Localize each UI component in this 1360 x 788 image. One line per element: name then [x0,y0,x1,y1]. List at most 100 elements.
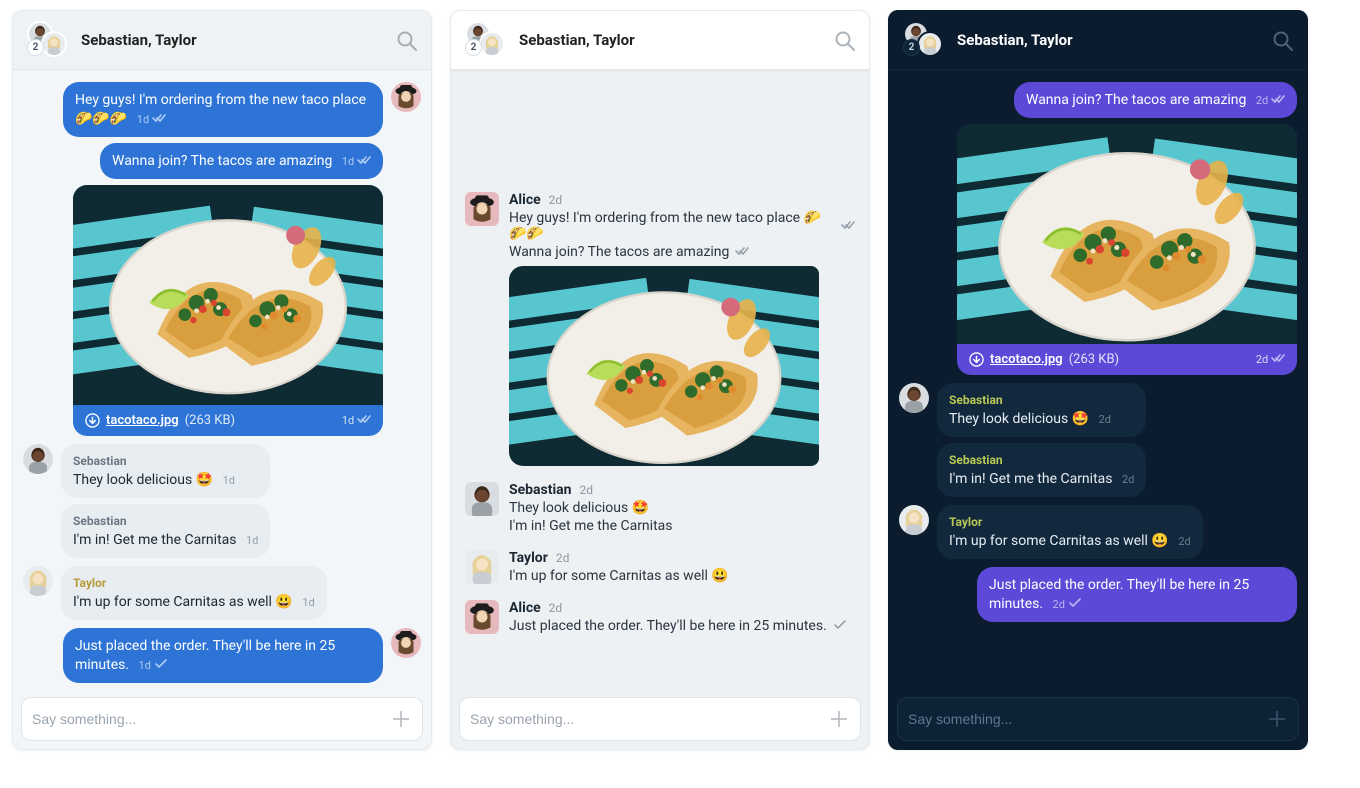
avatar-sebastian[interactable] [465,482,499,516]
search-icon[interactable] [833,29,855,51]
attachment-card[interactable]: tacotaco.jpg(263 KB) 1d [73,185,383,436]
sent-icon [833,619,847,633]
chat-header: 2 Sebastian, Taylor [451,11,869,70]
message-timestamp: 2d [1256,94,1268,107]
message-bubble[interactable]: Sebastian I'm in! Get me the Carnitas 2d [937,443,1146,497]
chat-panel-light: 2 Sebastian, Taylor Hey guys! I'm orderi… [12,10,432,750]
message-timestamp: 2d [549,193,563,207]
message-bubble[interactable]: Sebastian I'm in! Get me the Carnitas 1d [61,504,270,558]
message-bubble[interactable]: Taylor I'm up for some Carnitas as well … [937,505,1203,559]
attach-plus-icon[interactable] [1266,708,1288,730]
read-receipt-icon [1271,353,1285,363]
attachment-filename[interactable]: tacotaco.jpg [106,413,179,428]
message-timestamp: 1d [223,474,235,487]
message-entry: Alice 2d Hey guys! I'm ordering from the … [461,190,859,468]
attachment-filesize: (263 KB) [185,413,235,428]
participants-count-badge: 2 [465,39,482,56]
attachment-image [73,185,383,405]
attachment-filesize: (263 KB) [1069,352,1119,367]
message-text: Just placed the order. They'll be here i… [989,577,1249,612]
attachment-filename[interactable]: tacotaco.jpg [990,352,1063,367]
read-receipt-icon [357,414,371,424]
attachment-card[interactable]: tacotaco.jpg(263 KB) 2d [957,124,1297,375]
message-composer [897,697,1299,741]
message-entry: Taylor2d I'm up for some Carnitas as wel… [461,548,859,586]
message-bubble[interactable]: Hey guys! I'm ordering from the new taco… [63,82,383,137]
message-outgoing: Just placed the order. They'll be here i… [899,567,1297,622]
participants-avatars[interactable]: 2 [903,21,945,59]
message-text: I'm in! Get me the Carnitas [509,518,673,534]
sender-name: Sebastian [73,453,258,469]
chat-title: Sebastian, Taylor [957,31,1259,49]
avatar-alice[interactable] [391,82,421,112]
read-receipt-icon [735,245,749,259]
message-text: Wanna join? The tacos are amazing [509,244,729,260]
sender-name: Alice [509,600,541,616]
message-text: They look delicious 🤩 [73,472,213,488]
message-bubble[interactable]: Wanna join? The tacos are amazing 1d [100,143,383,179]
participants-count-badge: 2 [903,39,920,56]
avatar-sebastian[interactable] [23,444,53,474]
message-timestamp: 1d [342,155,354,168]
message-incoming: Sebastian They look delicious 🤩 1d Sebas… [23,444,421,558]
avatar-taylor[interactable] [23,566,53,596]
message-bubble[interactable]: Just placed the order. They'll be here i… [977,567,1297,622]
message-timestamp: 2d [1122,473,1134,486]
avatar-taylor [41,31,67,57]
message-text: I'm in! Get me the Carnitas [949,471,1113,487]
messages-scroll[interactable]: Alice 2d Hey guys! I'm ordering from the … [451,70,869,689]
sender-name: Alice [509,192,541,208]
message-composer [21,697,423,741]
message-outgoing: Wanna join? The tacos are amazing 2d tac… [899,82,1297,375]
message-bubble[interactable]: Just placed the order. They'll be here i… [63,628,383,683]
download-icon[interactable] [969,352,984,367]
avatar-alice[interactable] [391,628,421,658]
message-bubble[interactable]: Sebastian They look delicious 🤩 1d [61,444,270,498]
messages-scroll[interactable]: Wanna join? The tacos are amazing 2d tac… [889,70,1307,689]
search-icon[interactable] [1271,29,1293,51]
attach-plus-icon[interactable] [390,708,412,730]
message-text: Wanna join? The tacos are amazing [112,153,332,169]
chat-title: Sebastian, Taylor [81,31,383,49]
message-incoming: Sebastian They look delicious 🤩 2d Sebas… [899,383,1297,497]
chat-panel-dark: 2 Sebastian, Taylor Wanna join? The taco… [888,10,1308,750]
composer-input[interactable] [908,711,1258,727]
sender-name: Taylor [949,514,1191,530]
message-timestamp: 2d [1053,598,1065,611]
message-text: I'm up for some Carnitas as well 😃 [949,533,1169,549]
participants-avatars[interactable]: 2 [27,21,69,59]
download-icon[interactable] [85,413,100,428]
message-timestamp: 1d [137,113,149,126]
composer-input[interactable] [32,711,382,727]
participants-avatars[interactable]: 2 [465,21,507,59]
message-bubble[interactable]: Sebastian They look delicious 🤩 2d [937,383,1146,437]
message-text: Hey guys! I'm ordering from the new taco… [75,92,366,127]
message-text: Hey guys! I'm ordering from the new taco… [509,210,835,242]
composer-input[interactable] [470,711,820,727]
read-receipt-icon [357,155,371,165]
chat-panel-flat: 2 Sebastian, Taylor Alice 2d Hey guys! I'… [450,10,870,750]
avatar-taylor[interactable] [465,550,499,584]
avatar-sebastian[interactable] [899,383,929,413]
avatar-taylor [917,31,943,57]
message-bubble[interactable]: Taylor I'm up for some Carnitas as well … [61,566,327,620]
message-bubble[interactable]: Wanna join? The tacos are amazing 2d [1014,82,1297,118]
message-timestamp: 2d [580,483,594,497]
message-timestamp: 2d [1099,413,1111,426]
avatar-alice[interactable] [465,192,499,226]
message-text: I'm up for some Carnitas as well 😃 [509,568,729,584]
read-receipt-icon [1271,94,1285,104]
attachment-card[interactable] [509,266,855,466]
attachment-image [957,124,1297,344]
messages-scroll[interactable]: Hey guys! I'm ordering from the new taco… [13,70,431,689]
attach-plus-icon[interactable] [828,708,850,730]
message-outgoing: Hey guys! I'm ordering from the new taco… [23,82,421,436]
message-timestamp: 1d [139,659,151,672]
sender-name: Taylor [509,550,548,566]
message-incoming: Taylor I'm up for some Carnitas as well … [899,505,1297,559]
avatar-taylor[interactable] [899,505,929,535]
sender-name: Taylor [73,575,315,591]
sender-name: Sebastian [949,452,1134,468]
avatar-alice[interactable] [465,600,499,634]
search-icon[interactable] [395,29,417,51]
